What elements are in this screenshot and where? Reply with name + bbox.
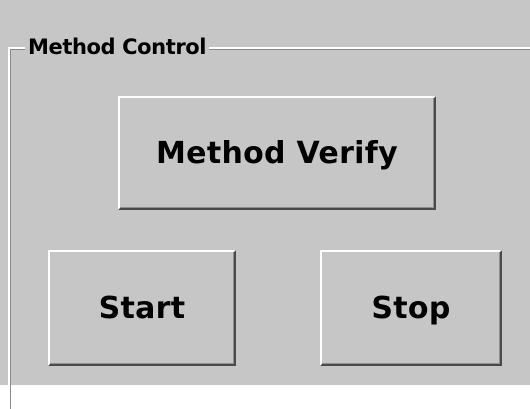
start-button[interactable]: Start	[48, 250, 236, 366]
stop-button[interactable]: Stop	[320, 250, 502, 366]
method-verify-button[interactable]: Method Verify	[118, 96, 436, 210]
method-control-panel: Method Control Method Verify Start Stop	[0, 0, 530, 409]
groupbox-title: Method Control	[25, 33, 210, 61]
